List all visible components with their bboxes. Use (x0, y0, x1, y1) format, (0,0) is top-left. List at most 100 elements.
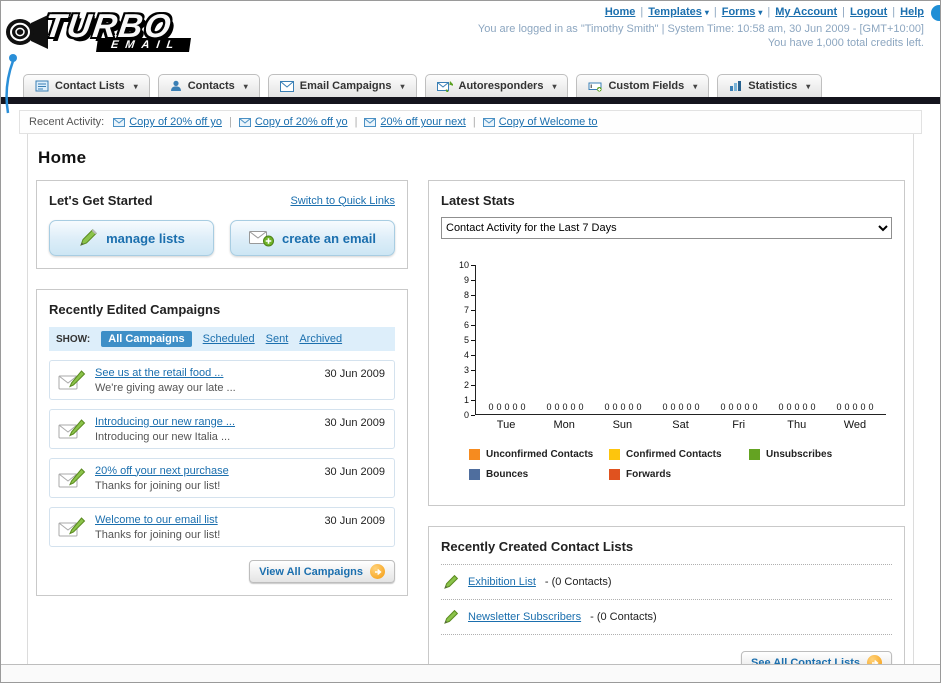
chart-value: 0 (736, 402, 742, 412)
legend-swatch (749, 449, 760, 460)
contact-lists-list: Exhibition List - (0 Contacts) Newslette… (441, 564, 892, 635)
campaign-row[interactable]: See us at the retail food ... We're givi… (49, 360, 395, 400)
campaign-title-link[interactable]: Introducing our new range ... (95, 416, 316, 428)
legend-label: Confirmed Contacts (626, 449, 722, 460)
campaign-subtitle: Thanks for joining our list! (95, 528, 221, 541)
filter-sent[interactable]: Sent (266, 333, 289, 345)
chart-x-labels: Tue Mon Sun Sat Fri Thu Wed (475, 419, 886, 431)
logo-megaphone-icon (6, 15, 48, 49)
nav-link-label: Templates (648, 6, 702, 18)
chart-value: 0 (512, 402, 518, 412)
y-axis-tick: 9 (464, 275, 475, 285)
envelope-pencil-icon (58, 467, 86, 487)
page: TURBO EMAIL Home | Templates | Forms | My Acco… (0, 0, 941, 683)
envelope-plus-icon (249, 230, 275, 246)
x-axis-label: Sat (672, 419, 689, 431)
nav-link-help[interactable]: Help (900, 6, 924, 18)
tab-label: Statistics (748, 80, 798, 92)
chevron-down-icon (806, 82, 810, 91)
chart-value: 0 (686, 402, 692, 412)
logo-text-secondary: EMAIL (96, 38, 192, 52)
x-axis-label: Fri (732, 419, 746, 431)
stats-range-select[interactable]: Contact Activity for the Last 7 Days (441, 217, 892, 239)
campaign-title-link[interactable]: 20% off your next purchase (95, 465, 316, 477)
y-axis-tick: 2 (464, 380, 475, 390)
latest-stats-title: Latest Stats (441, 193, 515, 208)
legend-item: Bounces (469, 469, 609, 480)
filter-archived[interactable]: Archived (299, 333, 342, 345)
chart-value: 0 (744, 402, 750, 412)
right-column: Latest Stats Contact Activity for the La… (428, 180, 905, 682)
tab-custom-fields[interactable]: Custom Fields (576, 74, 710, 97)
nav-link-home[interactable]: Home (605, 6, 636, 18)
campaign-filter-bar: SHOW: All Campaigns Scheduled Sent Archi… (49, 327, 395, 351)
campaign-row[interactable]: 20% off your next purchase Thanks for jo… (49, 458, 395, 498)
activity-link[interactable]: 20% off your next (380, 116, 465, 128)
contact-list-link[interactable]: Exhibition List (468, 576, 536, 588)
chart-value: 0 (678, 402, 684, 412)
tab-email-campaigns[interactable]: Email Campaigns (267, 74, 417, 97)
activity-link[interactable]: Copy of 20% off yo (129, 116, 222, 128)
y-axis-tick: 0 (464, 410, 475, 420)
contact-list-link[interactable]: Newsletter Subscribers (468, 611, 581, 623)
filter-scheduled[interactable]: Scheduled (203, 333, 255, 345)
activity-link[interactable]: Copy of 20% off yo (255, 116, 348, 128)
chart-legend: Unconfirmed Contacts Confirmed Contacts Un… (469, 449, 892, 489)
chart-value-group: 00000 (826, 402, 884, 414)
chart-value: 0 (728, 402, 734, 412)
statistics-icon (730, 81, 742, 91)
legend-item: Confirmed Contacts (609, 449, 749, 460)
chart-value: 0 (546, 402, 552, 412)
arrow-right-icon (370, 564, 385, 579)
campaign-date: 30 Jun 2009 (324, 368, 385, 380)
legend-label: Bounces (486, 469, 529, 480)
manage-lists-button[interactable]: manage lists (49, 220, 214, 256)
activity-item: Copy of 20% off yo (113, 116, 222, 128)
x-axis-label: Thu (787, 419, 807, 431)
contact-list-count: - (0 Contacts) (590, 611, 657, 623)
chart-value-group: 00000 (594, 402, 652, 414)
autoresponders-icon (436, 81, 453, 92)
contact-list-row[interactable]: Newsletter Subscribers - (0 Contacts) (441, 600, 892, 635)
campaign-date: 30 Jun 2009 (324, 417, 385, 429)
tab-contact-lists[interactable]: Contact Lists (23, 74, 150, 97)
recent-activity-label: Recent Activity: (29, 116, 105, 128)
campaign-date: 30 Jun 2009 (324, 466, 385, 478)
nav-link-templates[interactable]: Templates (648, 6, 709, 18)
envelope-pencil-icon (58, 369, 86, 389)
chart-value: 0 (504, 402, 510, 412)
contact-list-row[interactable]: Exhibition List - (0 Contacts) (441, 565, 892, 600)
filter-all-campaigns[interactable]: All Campaigns (101, 331, 192, 347)
legend-label: Unconfirmed Contacts (486, 449, 594, 460)
view-all-campaigns-button[interactable]: View All Campaigns (249, 560, 395, 583)
panel-recently-edited-campaigns: Recently Edited Campaigns SHOW: All Camp… (36, 289, 408, 596)
create-email-button[interactable]: create an email (230, 220, 395, 256)
campaign-row[interactable]: Welcome to our email list Thanks for joi… (49, 507, 395, 547)
y-axis-tick: 10 (459, 260, 475, 270)
app-logo[interactable]: TURBO EMAIL (6, 7, 192, 52)
nav-link-my-account[interactable]: My Account (775, 6, 837, 18)
campaign-date: 30 Jun 2009 (324, 515, 385, 527)
chart-value-group: 00000 (710, 402, 768, 414)
campaign-title-link[interactable]: See us at the retail food ... (95, 367, 316, 379)
chart-value: 0 (570, 402, 576, 412)
chevron-down-icon (693, 82, 697, 91)
campaign-title-link[interactable]: Welcome to our email list (95, 514, 316, 526)
chart-value: 0 (562, 402, 568, 412)
campaign-subtitle: Introducing our new Italia ... (95, 430, 231, 443)
nav-link-logout[interactable]: Logout (850, 6, 887, 18)
legend-swatch (609, 449, 620, 460)
chevron-down-icon (705, 8, 709, 17)
tab-autoresponders[interactable]: Autoresponders (424, 74, 569, 97)
switch-to-quick-links-link[interactable]: Switch to Quick Links (290, 195, 395, 207)
nav-separator: | (767, 6, 771, 18)
activity-separator: | (472, 116, 476, 128)
activity-separator: | (228, 116, 232, 128)
nav-link-forms[interactable]: Forms (722, 6, 763, 18)
tab-contacts[interactable]: Contacts (157, 74, 260, 97)
chart-value: 0 (810, 402, 816, 412)
tab-statistics[interactable]: Statistics (717, 74, 823, 97)
activity-item: Copy of 20% off yo (238, 116, 348, 128)
activity-link[interactable]: Copy of Welcome to (499, 116, 598, 128)
campaign-row[interactable]: Introducing our new range ... Introducin… (49, 409, 395, 449)
